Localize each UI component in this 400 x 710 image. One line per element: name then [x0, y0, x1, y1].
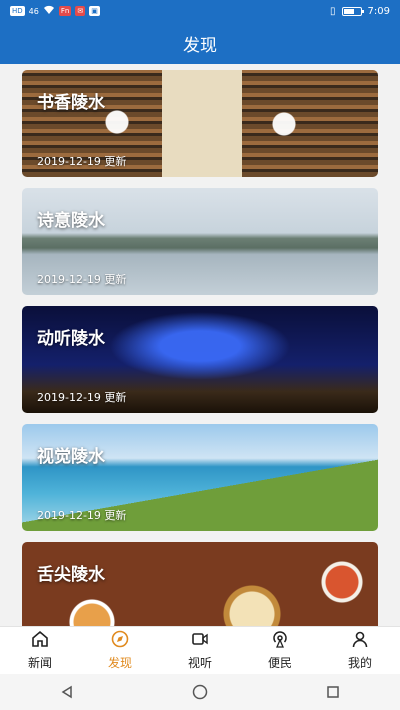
card-date: 2019-12-19 更新 [37, 273, 127, 286]
nav-label: 新闻 [27, 656, 52, 670]
card-title: 视觉陵水 [37, 447, 105, 467]
home-button[interactable] [180, 677, 220, 707]
status-bar: HD 46 Fn ✉ ▣ ▯ 7:09 [0, 0, 400, 22]
card-date: 2019-12-19 更新 [37, 155, 127, 168]
vibrate-icon: ▯ [330, 5, 336, 17]
clock: 7:09 [367, 5, 390, 17]
status-left: HD 46 Fn ✉ ▣ [10, 5, 100, 18]
card-music[interactable]: 动听陵水 2019-12-19 更新 [22, 306, 378, 413]
person-icon [351, 630, 369, 651]
wifi-icon [43, 5, 55, 18]
square-recents-icon [327, 686, 340, 698]
nav-item-media[interactable]: 视听 [165, 630, 235, 671]
app-notification-icon: Fn [58, 6, 72, 16]
card-food[interactable]: 舌尖陵水 [22, 542, 378, 626]
title-bar: 发现 [0, 22, 400, 64]
signal-indicator: 46 [28, 6, 39, 16]
system-nav-bar [0, 674, 400, 710]
recents-button[interactable] [313, 677, 353, 707]
page-title: 发现 [183, 35, 217, 56]
nav-item-discover[interactable]: 发现 [85, 630, 155, 671]
card-visual[interactable]: 视觉陵水 2019-12-19 更新 [22, 424, 378, 531]
image-notification-icon: ▣ [89, 6, 100, 16]
nav-item-services[interactable]: 便民 [245, 630, 315, 671]
status-right: ▯ 7:09 [330, 6, 390, 17]
card-date: 2019-12-19 更新 [37, 391, 127, 404]
card-title: 动听陵水 [37, 329, 105, 349]
signal-icon [271, 630, 289, 651]
video-icon [191, 630, 209, 651]
card-library[interactable]: 书香陵水 2019-12-19 更新 [22, 70, 378, 177]
home-icon [31, 630, 49, 651]
nav-item-news[interactable]: 新闻 [5, 630, 75, 671]
battery-icon [341, 6, 364, 16]
nav-item-profile[interactable]: 我的 [325, 630, 395, 671]
circle-home-icon [192, 684, 208, 700]
hd-indicator: HD [10, 6, 25, 16]
compass-icon [111, 630, 129, 651]
back-button[interactable] [47, 677, 87, 707]
card-title: 诗意陵水 [37, 211, 105, 231]
discover-feed[interactable]: 书香陵水 2019-12-19 更新 诗意陵水 2019-12-19 更新 动听… [0, 64, 400, 626]
card-title: 舌尖陵水 [37, 565, 105, 585]
nav-label: 视听 [187, 656, 212, 670]
bottom-nav: 新闻 发现 视听 便民 我的 [0, 626, 400, 674]
mail-notification-icon: ✉ [75, 6, 86, 16]
nav-label: 便民 [267, 656, 292, 670]
nav-label: 发现 [107, 656, 132, 670]
nav-label: 我的 [347, 656, 372, 670]
back-icon [61, 685, 72, 699]
card-poetry[interactable]: 诗意陵水 2019-12-19 更新 [22, 188, 378, 295]
card-date: 2019-12-19 更新 [37, 509, 127, 522]
card-title: 书香陵水 [37, 93, 105, 113]
